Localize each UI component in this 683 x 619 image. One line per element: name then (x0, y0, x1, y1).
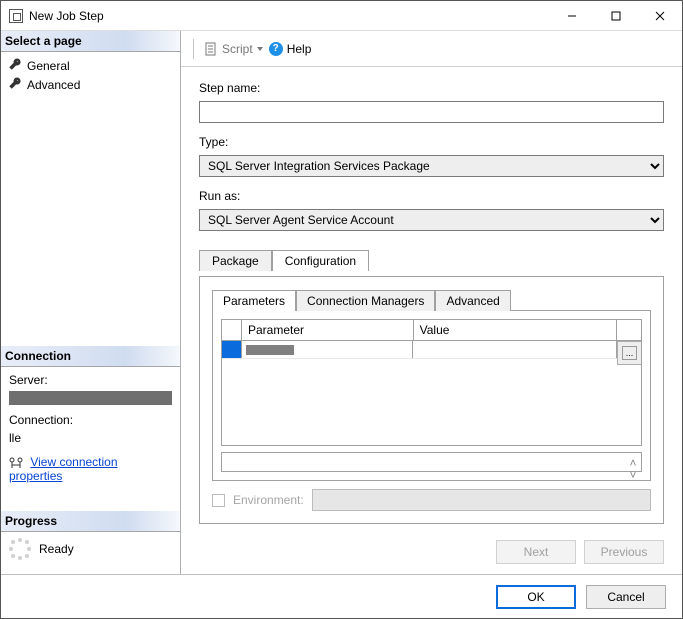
spinner-icon (9, 538, 31, 560)
description-box[interactable]: ˄ ˅ (221, 452, 642, 472)
titlebar-left: New Job Step (9, 9, 104, 23)
footer: OK Cancel (1, 574, 682, 618)
inner-tab-connection-managers[interactable]: Connection Managers (296, 290, 435, 311)
form-area: Step name: Type: SQL Server Integration … (181, 67, 682, 574)
inner-tab-parameters[interactable]: Parameters (212, 290, 296, 311)
close-icon (655, 11, 665, 21)
inner-tabstrip: Parameters Connection Managers Advanced (212, 289, 651, 310)
content: Select a page General Advanced Connectio… (1, 31, 682, 574)
close-button[interactable] (638, 1, 682, 30)
toolbar: Script ? Help (181, 31, 682, 67)
toolbar-divider (193, 39, 194, 59)
environment-row: Environment: (212, 489, 651, 511)
ellipsis-button[interactable]: ... (622, 346, 637, 360)
progress-header: Progress (1, 511, 180, 532)
titlebar: New Job Step (1, 1, 682, 31)
cell-parameter[interactable] (242, 341, 413, 358)
right-panel: Script ? Help Step name: Type: SQL Serve… (181, 31, 682, 574)
view-connection-row: View connection properties (9, 455, 172, 483)
progress-status: Ready (39, 542, 74, 556)
wrench-icon (9, 77, 21, 92)
step-name-input[interactable] (199, 101, 664, 123)
parameter-name-redacted (246, 345, 294, 355)
server-label: Server: (9, 371, 172, 389)
tab-configuration[interactable]: Configuration (272, 250, 369, 271)
window-controls (550, 1, 682, 30)
step-name-label: Step name: (199, 81, 664, 95)
type-label: Type: (199, 135, 664, 149)
row-selector[interactable] (222, 341, 242, 358)
parameters-grid: Parameter Value (221, 319, 642, 446)
page-list: General Advanced (1, 52, 180, 98)
header-parameter[interactable]: Parameter (242, 320, 414, 340)
cell-value[interactable] (413, 341, 617, 358)
window-icon (9, 9, 23, 23)
progress-row: Ready (1, 532, 180, 574)
gap (1, 487, 180, 511)
header-btn (617, 320, 641, 340)
script-dropdown[interactable]: Script (204, 42, 263, 56)
page-advanced[interactable]: Advanced (9, 75, 172, 94)
server-value-redacted (9, 391, 172, 405)
page-label: General (27, 59, 70, 73)
run-as-combo[interactable]: SQL Server Agent Service Account (199, 209, 664, 231)
wrench-icon (9, 58, 21, 73)
previous-button: Previous (584, 540, 664, 564)
window-title: New Job Step (29, 9, 104, 23)
row-header-corner (222, 320, 242, 340)
tab-package[interactable]: Package (199, 250, 272, 271)
minimize-button[interactable] (550, 1, 594, 30)
connection-props-icon (9, 457, 23, 469)
environment-combo (312, 489, 651, 511)
help-icon: ? (269, 42, 283, 56)
page-label: Advanced (27, 78, 80, 92)
next-button: Next (496, 540, 576, 564)
environment-label: Environment: (233, 493, 304, 507)
grid-body: ... (222, 341, 641, 445)
description-scrollbar[interactable]: ˄ ˅ (627, 457, 639, 467)
window: New Job Step Select a page Gene (0, 0, 683, 619)
header-value[interactable]: Value (414, 320, 617, 340)
minimize-icon (567, 11, 577, 21)
maximize-icon (611, 11, 621, 21)
nav-row: Next Previous (199, 540, 664, 564)
help-button[interactable]: ? Help (269, 42, 312, 56)
inner-tab-advanced[interactable]: Advanced (435, 290, 510, 311)
outer-tabstrip: Package Configuration (199, 249, 664, 270)
chevron-down-icon (257, 47, 263, 51)
run-as-label: Run as: (199, 189, 664, 203)
cell-ellipsis: ... (617, 341, 641, 365)
script-label: Script (222, 42, 253, 56)
type-combo[interactable]: SQL Server Integration Services Package (199, 155, 664, 177)
script-icon (204, 42, 218, 56)
ok-button[interactable]: OK (496, 585, 576, 609)
grid-header: Parameter Value (222, 320, 641, 341)
connection-header: Connection (1, 346, 180, 367)
page-general[interactable]: General (9, 56, 172, 75)
help-label: Help (287, 42, 312, 56)
connection-value: lle (9, 429, 172, 447)
connection-label: Connection: (9, 411, 172, 429)
parameters-panel: Parameter Value (212, 310, 651, 481)
scroll-down-icon[interactable]: ˅ (627, 469, 639, 481)
view-connection-link[interactable]: View connection properties (9, 455, 118, 483)
configuration-panel: Parameters Connection Managers Advanced … (199, 276, 664, 524)
left-spacer (1, 98, 180, 346)
select-page-header: Select a page (1, 31, 180, 52)
environment-checkbox[interactable] (212, 494, 225, 507)
connection-section: Server: Connection: lle View connection … (1, 367, 180, 487)
left-panel: Select a page General Advanced Connectio… (1, 31, 181, 574)
grid-row[interactable]: ... (222, 341, 641, 359)
cancel-button[interactable]: Cancel (586, 585, 666, 609)
maximize-button[interactable] (594, 1, 638, 30)
